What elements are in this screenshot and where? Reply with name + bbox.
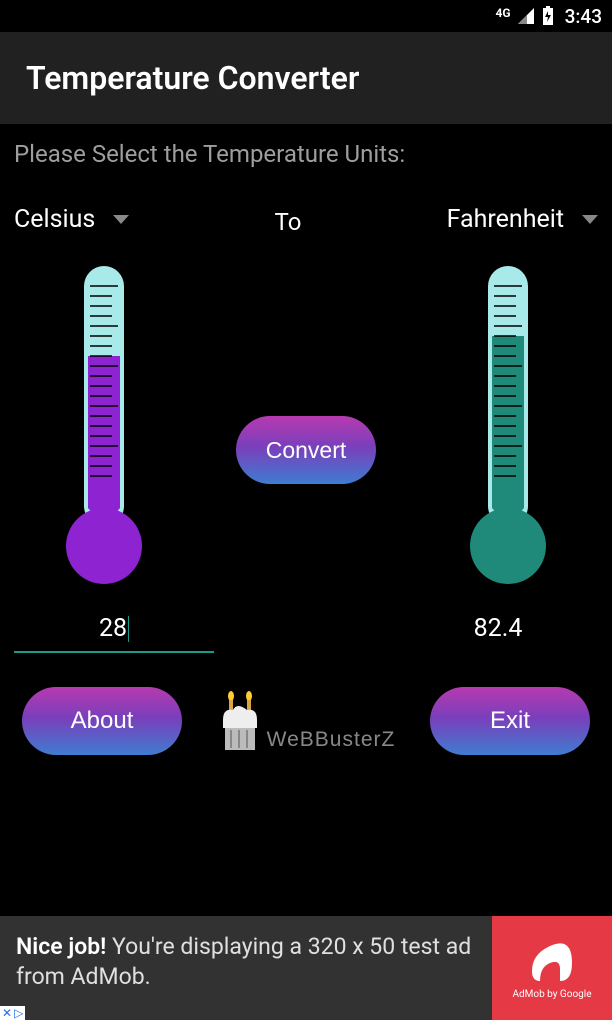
brand-text: WeBBusterZ bbox=[267, 728, 396, 752]
chevron-down-icon bbox=[582, 215, 598, 224]
ad-banner[interactable]: Nice job! You're displaying a 320 x 50 t… bbox=[0, 916, 612, 1020]
input-value-field[interactable]: 28 bbox=[14, 614, 214, 653]
admob-icon bbox=[526, 937, 578, 989]
text-cursor bbox=[128, 616, 129, 642]
exit-label: Exit bbox=[490, 707, 530, 735]
adchoices-icon[interactable]: ▷ bbox=[14, 1006, 23, 1020]
thermometer-to bbox=[418, 256, 598, 586]
brand-logo: WeBBusterZ bbox=[217, 690, 396, 752]
ad-choices[interactable]: ✕ ▷ bbox=[0, 1006, 25, 1020]
ad-text: Nice job! You're displaying a 320 x 50 t… bbox=[0, 916, 492, 1020]
network-label: 4G bbox=[496, 6, 511, 20]
about-button[interactable]: About bbox=[22, 687, 182, 755]
output-value: 82.4 bbox=[474, 614, 523, 643]
app-title: Temperature Converter bbox=[26, 59, 359, 97]
to-label: To bbox=[275, 208, 302, 236]
ad-bold: Nice job! bbox=[16, 933, 106, 960]
convert-button[interactable]: Convert bbox=[236, 416, 376, 484]
input-underline bbox=[14, 651, 214, 653]
chef-hat-icon bbox=[217, 690, 263, 752]
ad-brand: AdMob by Google bbox=[512, 989, 591, 1000]
output-value-field: 82.4 bbox=[398, 614, 598, 653]
app-bar: Temperature Converter bbox=[0, 32, 612, 124]
from-unit-picker[interactable]: Celsius bbox=[14, 205, 129, 234]
clock: 3:43 bbox=[565, 5, 602, 28]
about-label: About bbox=[71, 707, 134, 735]
ad-logo: AdMob by Google bbox=[492, 916, 612, 1020]
thermometer-icon bbox=[448, 256, 568, 586]
thermometer-from bbox=[14, 256, 194, 586]
signal-icon bbox=[517, 7, 535, 25]
thermometer-icon bbox=[44, 256, 164, 586]
to-unit-label: Fahrenheit bbox=[447, 205, 564, 234]
prompt-label: Please Select the Temperature Units: bbox=[14, 140, 598, 168]
chevron-down-icon bbox=[113, 215, 129, 224]
input-value: 28 bbox=[99, 614, 127, 643]
convert-label: Convert bbox=[266, 437, 347, 464]
exit-button[interactable]: Exit bbox=[430, 687, 590, 755]
battery-icon bbox=[541, 6, 555, 26]
close-ad-icon[interactable]: ✕ bbox=[2, 1006, 12, 1020]
from-unit-label: Celsius bbox=[14, 205, 95, 234]
status-bar: 4G 3:43 bbox=[0, 0, 612, 32]
to-unit-picker[interactable]: Fahrenheit bbox=[447, 205, 598, 234]
